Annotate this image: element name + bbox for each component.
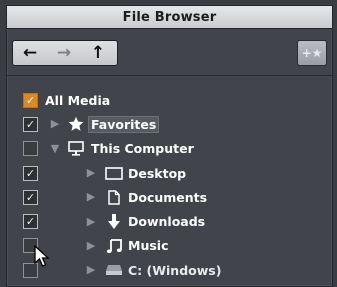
forward-button[interactable]: → xyxy=(47,41,81,65)
tree-item-label: C: (Windows) xyxy=(128,262,222,278)
tree-item-label: Favorites xyxy=(88,115,160,133)
tree-row-all-media[interactable]: ✓ All Media xyxy=(7,88,332,112)
expand-arrow-icon[interactable]: ▶ xyxy=(50,117,60,131)
desktop-checkbox[interactable]: ✓ xyxy=(23,165,38,181)
up-folder-button[interactable]: ↑ xyxy=(81,41,115,65)
mouse-cursor-icon xyxy=(34,245,50,267)
downloads-checkbox[interactable]: ✓ xyxy=(23,214,38,230)
back-button[interactable]: ← xyxy=(13,41,47,65)
tree-item-label: Downloads xyxy=(128,214,206,230)
tree-row-documents[interactable]: ✓ ▶ Documents xyxy=(7,185,332,209)
tree-row-desktop[interactable]: ✓ ▶ Desktop xyxy=(7,161,332,185)
monitor-icon xyxy=(67,141,85,157)
add-favorite-button[interactable]: +★ xyxy=(297,40,327,66)
nav-button-group: ← → ↑ xyxy=(12,40,118,66)
documents-checkbox[interactable]: ✓ xyxy=(23,189,38,205)
drive-icon xyxy=(105,262,123,278)
expand-arrow-icon[interactable]: ▶ xyxy=(86,263,96,277)
panel-title: File Browser xyxy=(7,6,332,29)
tree-item-label: This Computer xyxy=(91,141,194,157)
star-icon xyxy=(67,116,85,132)
file-browser-panel: File Browser ← → ↑ +★ ✓ All Media ✓ ▶ Fa… xyxy=(6,5,333,287)
navigation-toolbar: ← → ↑ +★ xyxy=(7,29,332,76)
tree-item-label: Documents xyxy=(128,189,208,205)
tree-item-label: Desktop xyxy=(128,165,187,181)
expand-arrow-icon[interactable]: ▶ xyxy=(86,190,96,204)
tree-row-downloads[interactable]: ✓ ▶ Downloads xyxy=(7,209,332,233)
favorites-checkbox[interactable]: ✓ xyxy=(23,116,38,132)
document-icon xyxy=(105,189,123,205)
download-icon xyxy=(105,213,123,230)
expand-arrow-icon[interactable]: ▶ xyxy=(86,215,96,229)
tree-row-favorites[interactable]: ✓ ▶ Favorites xyxy=(7,112,332,136)
this-computer-checkbox[interactable] xyxy=(23,141,38,157)
all-media-checkbox[interactable]: ✓ xyxy=(23,92,38,108)
tree-item-label: All Media xyxy=(45,92,111,108)
collapse-arrow-icon[interactable]: ▼ xyxy=(50,142,60,156)
media-tree: ✓ All Media ✓ ▶ Favorites ▼ This Compute… xyxy=(7,88,332,282)
tree-item-label: Music xyxy=(128,238,169,254)
music-icon xyxy=(105,238,123,254)
tree-row-this-computer[interactable]: ▼ This Computer xyxy=(7,137,332,161)
expand-arrow-icon[interactable]: ▶ xyxy=(86,166,96,180)
tree-row-music[interactable]: ▶ Music xyxy=(7,234,332,258)
tree-row-c-drive[interactable]: ▶ C: (Windows) xyxy=(7,258,332,282)
desktop-icon xyxy=(105,165,123,181)
expand-arrow-icon[interactable]: ▶ xyxy=(86,239,96,253)
